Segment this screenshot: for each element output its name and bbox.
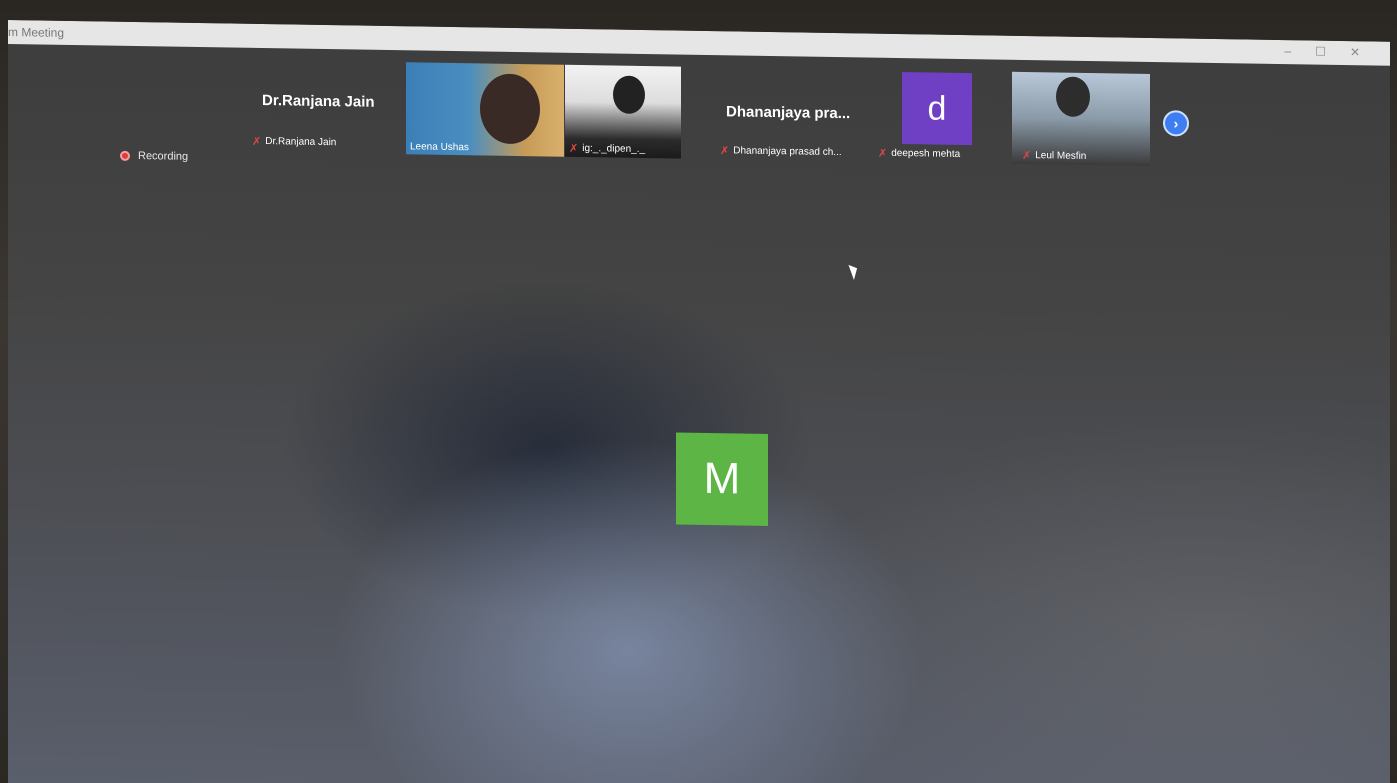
participant-video: [1056, 76, 1090, 117]
minimize-button[interactable]: –: [1284, 44, 1291, 58]
participant-tile[interactable]: Dhananjaya pra... ✗ Dhananjaya prasad ch…: [716, 67, 876, 162]
microphone-muted-icon: ✗: [252, 135, 262, 148]
participant-label: ✗ ig:_._dipen_._: [569, 142, 646, 156]
active-speaker-avatar: M: [676, 432, 768, 526]
participant-label: ✗ deepesh mehta: [878, 147, 961, 160]
window-title: m Meeting: [8, 25, 65, 40]
meeting-window: m Meeting – ☐ ✕ Recording Dr.Ranjana Jai…: [8, 20, 1390, 783]
microphone-muted-icon: ✗: [878, 147, 888, 160]
microphone-muted-icon: ✗: [720, 145, 730, 158]
participant-tile[interactable]: ✗ Leul Mesfin: [1012, 71, 1150, 166]
mouse-cursor-icon: [848, 262, 861, 281]
participant-tile[interactable]: Dr.Ranjana Jain ✗ Dr.Ranjana Jain: [244, 60, 394, 154]
participant-tile[interactable]: Leena Ushas: [406, 62, 564, 157]
microphone-muted-icon: ✗: [569, 142, 579, 155]
microphone-muted-icon: ✗: [1022, 149, 1032, 163]
chevron-right-icon[interactable]: ›: [1163, 110, 1189, 137]
maximize-button[interactable]: ☐: [1315, 45, 1326, 59]
close-button[interactable]: ✕: [1350, 45, 1360, 59]
participant-label: Leena Ushas: [410, 141, 469, 154]
recording-indicator[interactable]: Recording: [120, 150, 188, 163]
participant-video: [480, 73, 540, 145]
recording-label: Recording: [138, 150, 189, 163]
participant-label: ✗ Leul Mesfin: [1022, 149, 1087, 163]
window-controls: – ☐ ✕: [1284, 44, 1360, 59]
participant-label: ✗ Dr.Ranjana Jain: [252, 135, 337, 149]
participant-tile[interactable]: d ✗ deepesh mehta: [874, 70, 978, 164]
participant-video: [613, 75, 645, 115]
record-dot-icon: [120, 150, 130, 161]
participant-display-name: Dr.Ranjana Jain: [262, 91, 375, 111]
participant-avatar: d: [902, 72, 972, 146]
participant-display-name: Dhananjaya pra...: [726, 103, 851, 123]
participant-tile[interactable]: ✗ ig:_._dipen_._: [565, 64, 681, 159]
participant-label: ✗ Dhananjaya prasad ch...: [720, 145, 842, 159]
